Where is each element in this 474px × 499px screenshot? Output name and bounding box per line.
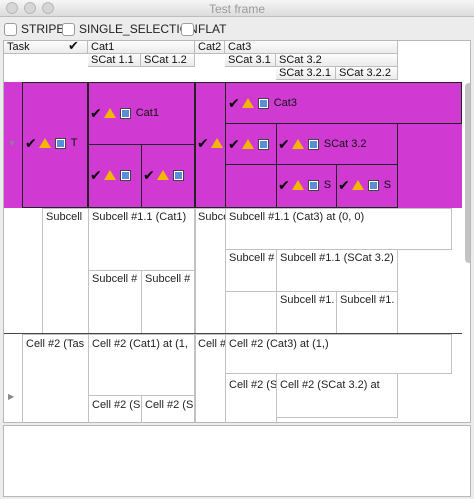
window-title: Test frame (208, 2, 265, 16)
column-header-scat11[interactable]: SCat 1.1 (88, 54, 141, 67)
single-selection-label: SINGLE_SELECTION (79, 22, 198, 36)
row1-task-icons: ✔ T (25, 137, 87, 149)
checkbox-icon (119, 107, 131, 119)
row1-task-label: T (70, 137, 78, 149)
title-bar: Test frame (0, 0, 474, 17)
row1-scat32-label: SCat 3.2 (323, 138, 367, 150)
row2-scat321-text: Subcell #1. (280, 294, 335, 306)
check-icon: ✔ (25, 137, 37, 149)
row1-scat32-icons: ✔ SCat 3.2 (278, 138, 396, 150)
warning-icon (210, 138, 223, 148)
row2-task-text: Subcell (46, 211, 83, 223)
stripe-checkbox[interactable] (4, 22, 17, 36)
warning-icon (291, 139, 304, 149)
column-header-cat3[interactable]: Cat3 (225, 41, 398, 54)
checkbox-icon (307, 138, 319, 150)
single-selection-option[interactable]: SINGLE_SELECTION (62, 21, 198, 37)
row2-scat31-empty[interactable] (225, 291, 277, 335)
row1-cat3-label: Cat3 (273, 97, 297, 109)
vertical-scrollbar-thumb[interactable] (465, 83, 470, 263)
row2-cat3-text: Subcell #1.1 (Cat3) at (0, 0) (229, 211, 365, 223)
check-icon: ✔ (90, 107, 102, 119)
row1-scat321-icons: ✔ S (278, 179, 336, 191)
check-icon: ✔ (228, 138, 240, 150)
row3-scat11-text: Cell #2 (S (92, 399, 141, 411)
row3-scat12-text: Cell #2 (S (145, 399, 194, 411)
checkbox-icon (257, 97, 269, 109)
column-header-scat32[interactable]: SCat 3.2 (276, 54, 398, 67)
check-icon: ✔ (197, 137, 209, 149)
row1-scat31-icons: ✔ (228, 138, 276, 150)
column-header-task[interactable]: Task ✔ (4, 41, 88, 54)
flat-label: FLAT (198, 22, 227, 36)
row2-scat32-text: Subcell #1.1 (SCat 3.2) (280, 252, 394, 264)
check-icon: ✔ (68, 41, 79, 53)
column-header-scat322[interactable]: SCat 3.2.2 (336, 67, 398, 80)
column-header-cat1[interactable]: Cat1 (88, 41, 195, 54)
row1-cat3-icons: ✔ Cat3 (228, 97, 428, 109)
warning-icon (241, 98, 254, 108)
row3-cat3-text: Cell #2 (Cat3) at (1,) (229, 338, 329, 350)
row3-task-text: Cell #2 (Tas (26, 338, 85, 350)
warning-icon (241, 139, 254, 149)
checkbox-icon (119, 169, 131, 181)
check-icon: ✔ (278, 179, 290, 191)
stripe-label: STRIPE (21, 22, 65, 36)
row1-scat12-icons: ✔ (143, 169, 193, 181)
checkbox-icon (367, 179, 379, 191)
row2-task-cell[interactable] (42, 208, 89, 335)
text-area[interactable] (3, 425, 471, 497)
check-icon: ✔ (338, 179, 350, 191)
checkbox-icon (172, 169, 184, 181)
row1-scat322-icons: ✔ S (338, 179, 397, 191)
checkbox-icon (307, 179, 319, 191)
row1-scat321-label: S (323, 179, 332, 191)
warning-icon (103, 108, 116, 118)
warning-icon (103, 170, 116, 180)
check-icon: ✔ (143, 169, 155, 181)
warning-icon (38, 138, 51, 148)
check-icon: ✔ (228, 97, 240, 109)
flat-option[interactable]: FLAT (181, 21, 226, 37)
row-collapse-icon[interactable]: ▶ (8, 392, 14, 401)
row3-cat1-text: Cell #2 (Cat1) at (1, (92, 338, 188, 350)
column-header-scat31[interactable]: SCat 3.1 (225, 54, 276, 67)
column-header-task-label: Task (7, 41, 30, 53)
row1-scat31-subcell[interactable] (225, 164, 277, 208)
options-bar: STRIPE SINGLE_SELECTION FLAT (0, 18, 474, 40)
row2-scat11-text: Subcell # (92, 273, 138, 285)
column-header-cat2[interactable]: Cat2 (195, 41, 225, 54)
single-selection-checkbox[interactable] (62, 22, 75, 36)
row1-scat322-label: S (383, 179, 392, 191)
check-icon: ✔ (90, 169, 102, 181)
row2-scat322-text: Subcell #1. (340, 294, 395, 306)
check-icon: ✔ (278, 138, 290, 150)
row2-scat12-text: Subcell # (145, 273, 191, 285)
warning-icon (351, 180, 364, 190)
row3-scat31-text: Cell #2 (S (229, 379, 276, 391)
column-header-scat12[interactable]: SCat 1.2 (141, 54, 195, 67)
row3-cat2-text: Cell #2 (198, 338, 225, 350)
window: Test frame STRIPE SINGLE_SELECTION FLAT … (0, 0, 474, 499)
checkbox-icon (54, 137, 66, 149)
warning-icon (291, 180, 304, 190)
flat-checkbox[interactable] (181, 22, 194, 36)
row-expand-icon[interactable]: ▼ (8, 139, 16, 148)
row2-scat31-text: Subcell # (229, 252, 275, 264)
stripe-option[interactable]: STRIPE (4, 21, 64, 37)
row1-scat11-icons: ✔ (90, 169, 140, 181)
row2-cat2-cell[interactable] (195, 208, 226, 335)
row1-cat1-icons: ✔ Cat1 (90, 107, 190, 119)
row2-cat1-text: Subcell #1.1 (Cat1) (92, 211, 187, 223)
row1-cat2-icons: ✔ (197, 137, 225, 149)
table-view[interactable]: Task ✔ Cat1 Cat2 Cat3 SCat 1.1 SCat 1.2 … (3, 40, 471, 423)
row1-cat1-label: Cat1 (135, 107, 159, 119)
checkbox-icon (257, 138, 269, 150)
warning-icon (156, 170, 169, 180)
row2-cat2-text: Subce (198, 211, 225, 223)
row3-scat32-text: Cell #2 (SCat 3.2) at (280, 379, 380, 391)
column-header-scat321[interactable]: SCat 3.2.1 (276, 67, 336, 80)
